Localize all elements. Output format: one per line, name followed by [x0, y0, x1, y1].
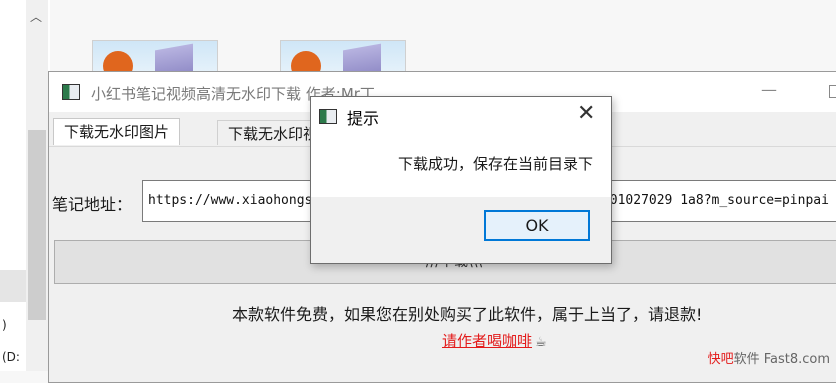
message-dialog: 提示 ✕ 下载成功，保存在当前目录下 OK — [310, 96, 612, 264]
site-watermark: 快吧软件 Fast8.com — [708, 348, 830, 367]
watermark-brand: 快吧 — [707, 352, 734, 367]
explorer-selected-row[interactable] — [0, 270, 26, 302]
dialog-titlebar[interactable]: 提示 ✕ — [311, 97, 611, 133]
explorer-drive-label[interactable]: (D: — [2, 350, 20, 364]
url-label: 笔记地址： — [52, 195, 133, 214]
buy-coffee-link[interactable]: 请作者喝咖啡 ☕ — [442, 330, 547, 351]
ok-button[interactable]: OK — [484, 210, 590, 241]
maximize-icon[interactable] — [829, 85, 836, 98]
coffee-cup-icon[interactable]: ☕ — [535, 335, 547, 350]
app-window-icon — [62, 84, 80, 100]
close-icon[interactable]: ✕ — [577, 101, 595, 126]
tab-download-images[interactable]: 下载无水印图片 — [53, 118, 181, 145]
explorer-left-text: ) — [2, 318, 7, 332]
buy-coffee-label[interactable]: 请作者喝咖啡 — [442, 332, 532, 350]
chevron-up-icon[interactable]: ︿ — [30, 8, 42, 25]
watermark-text: 软件 Fast8.com — [733, 352, 830, 367]
dialog-title: 提示 — [347, 109, 380, 128]
dialog-message: 下载成功，保存在当前目录下 — [397, 155, 593, 173]
minimize-icon[interactable]: — — [761, 80, 777, 99]
explorer-scrollbar-thumb[interactable] — [28, 130, 46, 320]
dialog-body: 下载成功，保存在当前目录下 — [311, 133, 611, 197]
free-software-notice: 本款软件免费，如果您在别处购买了此软件，属于上当了，请退款! — [232, 305, 703, 324]
dialog-window-icon — [319, 109, 337, 124]
